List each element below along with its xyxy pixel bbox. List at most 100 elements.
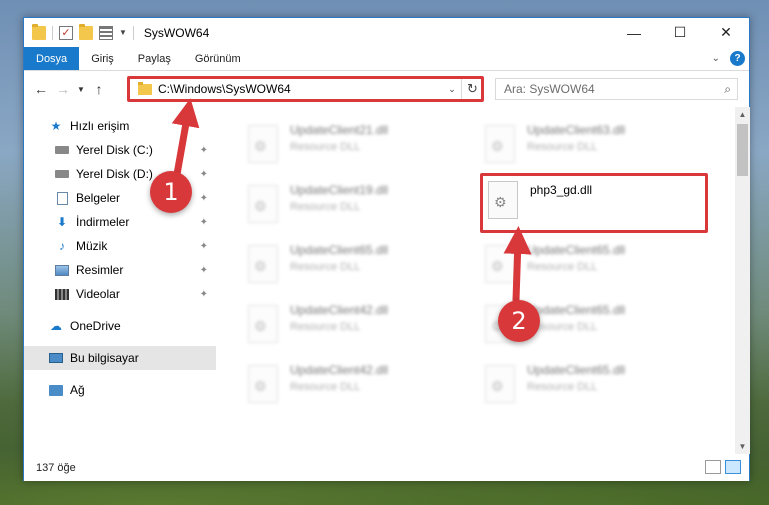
up-arrow-icon[interactable]: ↑	[88, 78, 110, 100]
properties-check-icon[interactable]: ✓	[59, 25, 73, 40]
pin-icon[interactable]: ✦	[200, 193, 208, 204]
drive-icon	[54, 143, 70, 157]
file-type: Resource DLL	[290, 141, 361, 153]
sidebar-item-label: İndirmeler	[76, 215, 130, 229]
file-name: UpdateClient65.dll	[527, 363, 626, 377]
file-name: UpdateClient21.dll	[290, 123, 389, 137]
computer-icon	[48, 351, 64, 365]
videos-icon	[54, 287, 70, 301]
scroll-thumb[interactable]	[737, 124, 748, 176]
details-view-icon[interactable]	[705, 460, 721, 474]
large-icons-view-icon[interactable]	[725, 460, 741, 474]
sidebar-item-label: Belgeler	[76, 191, 121, 205]
ribbon-right: ⌄ ?	[712, 47, 749, 70]
file-type: Resource DLL	[527, 381, 598, 393]
file-highlight-box	[480, 173, 708, 233]
quick-access-toolbar: ✓ ▼	[24, 23, 134, 40]
vertical-scrollbar[interactable]: ▲ ▼	[735, 107, 750, 454]
toolbar-divider	[52, 25, 53, 40]
list-item[interactable]: ⚙ UpdateClient63.dll Resource DLL	[485, 121, 715, 175]
dll-file-icon: ⚙	[248, 185, 278, 223]
search-placeholder: Ara: SysWOW64	[504, 82, 595, 96]
navigation-pane: ★ Hızlı erişim Yerel Disk (C:) ✦ Yerel D…	[24, 107, 218, 454]
file-name: UpdateClient65.dll	[527, 243, 626, 257]
sidebar-item-downloads[interactable]: ⬇ İndirmeler ✦	[24, 210, 216, 234]
scroll-down-icon[interactable]: ▼	[735, 439, 750, 454]
recent-locations-chevron-icon[interactable]: ▼	[74, 78, 88, 100]
list-item[interactable]: ⚙ UpdateClient42.dll Resource DLL	[248, 361, 478, 415]
list-item[interactable]: ⚙ UpdateClient21.dll Resource DLL	[248, 121, 478, 175]
sidebar-item-label: OneDrive	[70, 319, 121, 333]
title-bar: ✓ ▼ SysWOW64 — ☐ ✕	[24, 18, 749, 47]
dll-file-icon: ⚙	[248, 365, 278, 403]
back-arrow-icon[interactable]: ←	[30, 78, 52, 100]
scroll-up-icon[interactable]: ▲	[735, 107, 750, 122]
file-type: Resource DLL	[290, 261, 361, 273]
file-explorer-window: ✓ ▼ SysWOW64 — ☐ ✕ Dosya Giriş Paylaş Gö…	[23, 17, 750, 481]
dll-file-icon: ⚙	[485, 125, 515, 163]
folder-icon	[32, 23, 46, 40]
sidebar-item-label: Yerel Disk (D:)	[76, 167, 153, 181]
list-item[interactable]: ⚙ UpdateClient65.dll Resource DLL	[485, 241, 715, 295]
pin-icon[interactable]: ✦	[200, 241, 208, 252]
search-icon[interactable]: ⌕	[724, 82, 731, 97]
pin-icon[interactable]: ✦	[200, 145, 208, 156]
list-item[interactable]: ⚙ UpdateClient65.dll Resource DLL	[248, 241, 478, 295]
sidebar-item-label: Videolar	[76, 287, 120, 301]
window-controls: — ☐ ✕	[611, 18, 749, 47]
sidebar-item-label: Ağ	[70, 383, 85, 397]
sidebar-item-label: Hızlı erişim	[70, 119, 130, 133]
sidebar-item-music[interactable]: ♪ Müzik ✦	[24, 234, 216, 258]
cloud-icon: ☁	[50, 319, 62, 333]
list-item[interactable]: ⚙ UpdateClient65.dll Resource DLL	[485, 361, 715, 415]
sidebar-item-onedrive[interactable]: ☁ OneDrive	[24, 314, 216, 338]
help-icon[interactable]: ?	[730, 51, 745, 66]
step-badge-1: 1	[150, 171, 192, 213]
status-bar: 137 öğe	[24, 454, 749, 481]
sidebar-item-videos[interactable]: Videolar ✦	[24, 282, 216, 306]
dll-file-icon: ⚙	[248, 125, 278, 163]
maximize-button[interactable]: ☐	[657, 18, 703, 47]
forward-arrow-icon[interactable]: →	[52, 78, 74, 100]
file-type: Resource DLL	[290, 381, 361, 393]
sidebar-item-label: Müzik	[76, 239, 108, 253]
step-badge-2: 2	[498, 300, 540, 342]
file-type: Resource DLL	[527, 141, 598, 153]
pin-icon[interactable]: ✦	[200, 169, 208, 180]
sidebar-item-local-disk-c[interactable]: Yerel Disk (C:) ✦	[24, 138, 216, 162]
expand-ribbon-chevron-icon[interactable]: ⌄	[712, 53, 720, 64]
address-row: ← → ▼ ↑ C:\Windows\SysWOW64 ⌄ ↻ Ara: Sys…	[24, 71, 749, 107]
file-name: UpdateClient42.dll	[290, 303, 389, 317]
tab-file[interactable]: Dosya	[24, 47, 80, 70]
search-input[interactable]: Ara: SysWOW64 ⌕	[495, 78, 738, 100]
dll-file-icon: ⚙	[248, 245, 278, 283]
sidebar-item-label: Yerel Disk (C:)	[76, 143, 153, 157]
sidebar-item-pictures[interactable]: Resimler ✦	[24, 258, 216, 282]
list-item[interactable]: ⚙ UpdateClient42.dll Resource DLL	[248, 301, 478, 355]
ribbon-tabs: Dosya Giriş Paylaş Görünüm ⌄ ?	[24, 47, 749, 71]
properties-icon[interactable]	[99, 25, 113, 40]
close-button[interactable]: ✕	[703, 18, 749, 47]
window-title: SysWOW64	[143, 25, 210, 40]
list-item[interactable]: ⚙ UpdateClient19.dll Resource DLL	[248, 181, 478, 235]
downloads-icon: ⬇	[56, 215, 68, 229]
file-name: UpdateClient65.dll	[290, 243, 389, 257]
nav-buttons: ← → ▼ ↑	[30, 78, 110, 100]
dll-file-icon: ⚙	[485, 365, 515, 403]
minimize-button[interactable]: —	[611, 18, 657, 47]
customize-toolbar-chevron-icon[interactable]: ▼	[119, 28, 127, 37]
item-count: 137 öğe	[36, 461, 76, 474]
sidebar-item-network[interactable]: Ağ	[24, 378, 216, 402]
new-folder-icon[interactable]	[79, 23, 93, 40]
file-name: UpdateClient63.dll	[527, 123, 626, 137]
pin-icon[interactable]: ✦	[200, 217, 208, 228]
tab-view[interactable]: Görünüm	[183, 47, 253, 70]
star-icon: ★	[50, 119, 62, 133]
pin-icon[interactable]: ✦	[200, 289, 208, 300]
tab-share[interactable]: Paylaş	[126, 47, 183, 70]
pin-icon[interactable]: ✦	[200, 265, 208, 276]
file-name: UpdateClient19.dll	[290, 183, 389, 197]
tab-home[interactable]: Giriş	[79, 47, 126, 70]
sidebar-item-quick-access[interactable]: ★ Hızlı erişim	[24, 114, 216, 138]
sidebar-item-this-pc[interactable]: Bu bilgisayar	[24, 346, 216, 370]
